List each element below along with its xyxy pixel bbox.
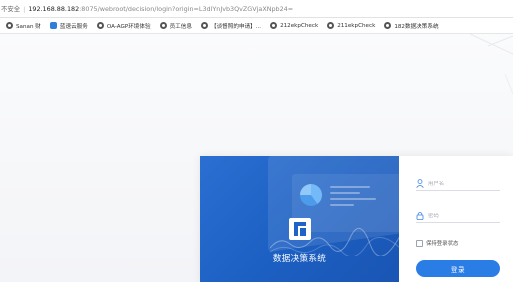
username-field[interactable] [416, 177, 500, 191]
url-path[interactable]: :8075/webroot/decision/login?origin=L3dl… [79, 5, 293, 13]
login-panel: 数据决策系统 保持登录状态 登录 [200, 156, 513, 282]
bookmark-label: 182数据决策系统 [394, 23, 439, 30]
bookmark-212ekpcheck[interactable]: 212ekpCheck [270, 22, 318, 29]
globe-icon [96, 22, 104, 29]
security-label[interactable]: 不安全 [1, 5, 20, 13]
bookmark-182-decision[interactable]: 182数据决策系统 [384, 22, 439, 30]
bookmark-label: 蓝速云服务 [59, 23, 88, 30]
bookmark-label: 211ekpCheck [337, 22, 376, 29]
user-icon [416, 179, 424, 188]
url-separator: | [23, 5, 26, 13]
globe-icon [159, 22, 167, 29]
remember-checkbox[interactable] [416, 239, 423, 247]
password-field[interactable] [416, 209, 500, 223]
bookmark-cloud-service[interactable]: 蓝速云服务 [49, 22, 88, 30]
bookmark-label: OA-AGP环境体验 [106, 23, 151, 30]
remember-me[interactable]: 保持登录状态 [416, 239, 458, 247]
globe-icon [200, 22, 208, 29]
bookmark-label: 212ekpCheck [280, 22, 319, 29]
bookmark-oa-agp[interactable]: OA-AGP环境体验 [96, 22, 151, 30]
login-button[interactable]: 登录 [416, 260, 500, 277]
page-content: 数据决策系统 保持登录状态 登录 [0, 34, 513, 282]
bookmark-employee-info[interactable]: 员工信息 [159, 22, 192, 30]
login-form: 保持登录状态 登录 [399, 156, 513, 282]
password-input[interactable] [428, 212, 498, 219]
bookmark-sanan[interactable]: Sanan 财 [6, 22, 41, 30]
globe-icon [270, 22, 278, 29]
bookmark-label: Sanan 财 [16, 23, 41, 30]
app-logo-icon [289, 218, 311, 240]
globe-icon [6, 22, 13, 29]
bookmark-label: 员工信息 [169, 23, 192, 30]
url-host[interactable]: 192.168.88.182 [28, 5, 79, 13]
globe-icon [384, 22, 392, 29]
pie-chart-illustration [300, 184, 322, 206]
remember-label: 保持登录状态 [426, 241, 459, 247]
brand-title: 数据决策系统 [272, 254, 327, 264]
bar-lines-illustration [330, 186, 376, 210]
address-bar[interactable]: 不安全 | 192.168.88.182:8075/webroot/decision… [0, 0, 513, 18]
globe-icon [327, 22, 335, 29]
brand-card: 数据决策系统 [200, 156, 399, 282]
cloud-icon [49, 22, 57, 29]
bookmarks-bar: Sanan 财 蓝速云服务 OA-AGP环境体验 员工信息 【谈督照的申请】..… [0, 18, 513, 34]
bookmark-label: 【谈督照的申请】... [210, 23, 262, 30]
bookmark-211ekpcheck[interactable]: 211ekpCheck [327, 22, 375, 29]
bookmark-application[interactable]: 【谈督照的申请】... [200, 22, 262, 30]
lock-icon [416, 212, 424, 220]
username-input[interactable] [428, 180, 498, 187]
